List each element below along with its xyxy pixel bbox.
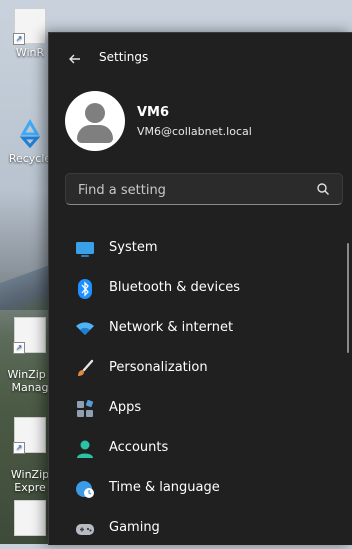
desktop-icon-label: WinR bbox=[15, 46, 45, 59]
back-arrow-icon[interactable] bbox=[65, 49, 85, 69]
desktop-icon-label: WinZip Expre bbox=[10, 468, 50, 494]
avatar[interactable] bbox=[65, 91, 125, 151]
nav-item-label: Time & language bbox=[109, 480, 220, 495]
nav-item-accounts[interactable]: Accounts bbox=[65, 429, 345, 469]
settings-window: Settings VM6 VM6@collabnet.local System bbox=[48, 32, 352, 545]
nav-item-time-language[interactable]: Time & language bbox=[65, 469, 345, 509]
settings-nav: System Bluetooth & devices Network & int… bbox=[65, 229, 345, 549]
nav-item-label: Apps bbox=[109, 400, 142, 415]
system-icon bbox=[76, 242, 94, 257]
nav-item-apps[interactable]: Apps bbox=[65, 389, 345, 429]
desktop-icon-label: Recycle bbox=[8, 152, 52, 165]
accounts-icon bbox=[77, 440, 93, 458]
shortcut-arrow-icon: ↗ bbox=[13, 442, 25, 454]
user-profile[interactable]: VM6 VM6@collabnet.local bbox=[65, 91, 345, 151]
nav-item-label: Accounts bbox=[109, 440, 169, 455]
desktop-icon-label: WinZip I Manag bbox=[7, 368, 53, 394]
avatar-head bbox=[85, 103, 105, 123]
nav-item-label: Bluetooth & devices bbox=[109, 280, 240, 295]
title-bar: Settings bbox=[49, 33, 352, 85]
nav-item-gaming[interactable]: Gaming bbox=[65, 509, 345, 549]
nav-item-system[interactable]: System bbox=[65, 229, 345, 269]
file-icon: ↗ bbox=[13, 417, 46, 454]
brush-icon bbox=[78, 359, 94, 376]
recycle-bin-icon bbox=[15, 116, 45, 150]
avatar-body bbox=[77, 125, 113, 143]
nav-item-bluetooth[interactable]: Bluetooth & devices bbox=[65, 269, 345, 309]
file-icon: ↗ bbox=[13, 317, 46, 354]
scrollbar[interactable] bbox=[347, 243, 349, 353]
nav-item-label: Personalization bbox=[109, 360, 208, 375]
profile-email: VM6@collabnet.local bbox=[137, 125, 252, 138]
file-icon: ↗ bbox=[13, 8, 46, 45]
bluetooth-icon bbox=[78, 279, 92, 299]
search-icon[interactable] bbox=[316, 182, 330, 196]
nav-item-label: Network & internet bbox=[109, 320, 234, 335]
profile-name: VM6 bbox=[137, 105, 170, 120]
apps-icon bbox=[77, 399, 94, 417]
file-icon bbox=[14, 500, 46, 536]
search-input[interactable] bbox=[76, 174, 310, 206]
wifi-icon bbox=[76, 322, 94, 335]
shortcut-arrow-icon: ↗ bbox=[13, 342, 25, 354]
window-title: Settings bbox=[99, 50, 149, 64]
nav-item-label: System bbox=[109, 240, 158, 255]
gamepad-icon bbox=[76, 524, 94, 535]
nav-item-network[interactable]: Network & internet bbox=[65, 309, 345, 349]
shortcut-arrow-icon: ↗ bbox=[13, 33, 25, 45]
globe-clock-icon bbox=[76, 481, 94, 498]
search-box[interactable] bbox=[65, 173, 343, 206]
nav-item-label: Gaming bbox=[109, 520, 160, 535]
nav-item-personalization[interactable]: Personalization bbox=[65, 349, 345, 389]
